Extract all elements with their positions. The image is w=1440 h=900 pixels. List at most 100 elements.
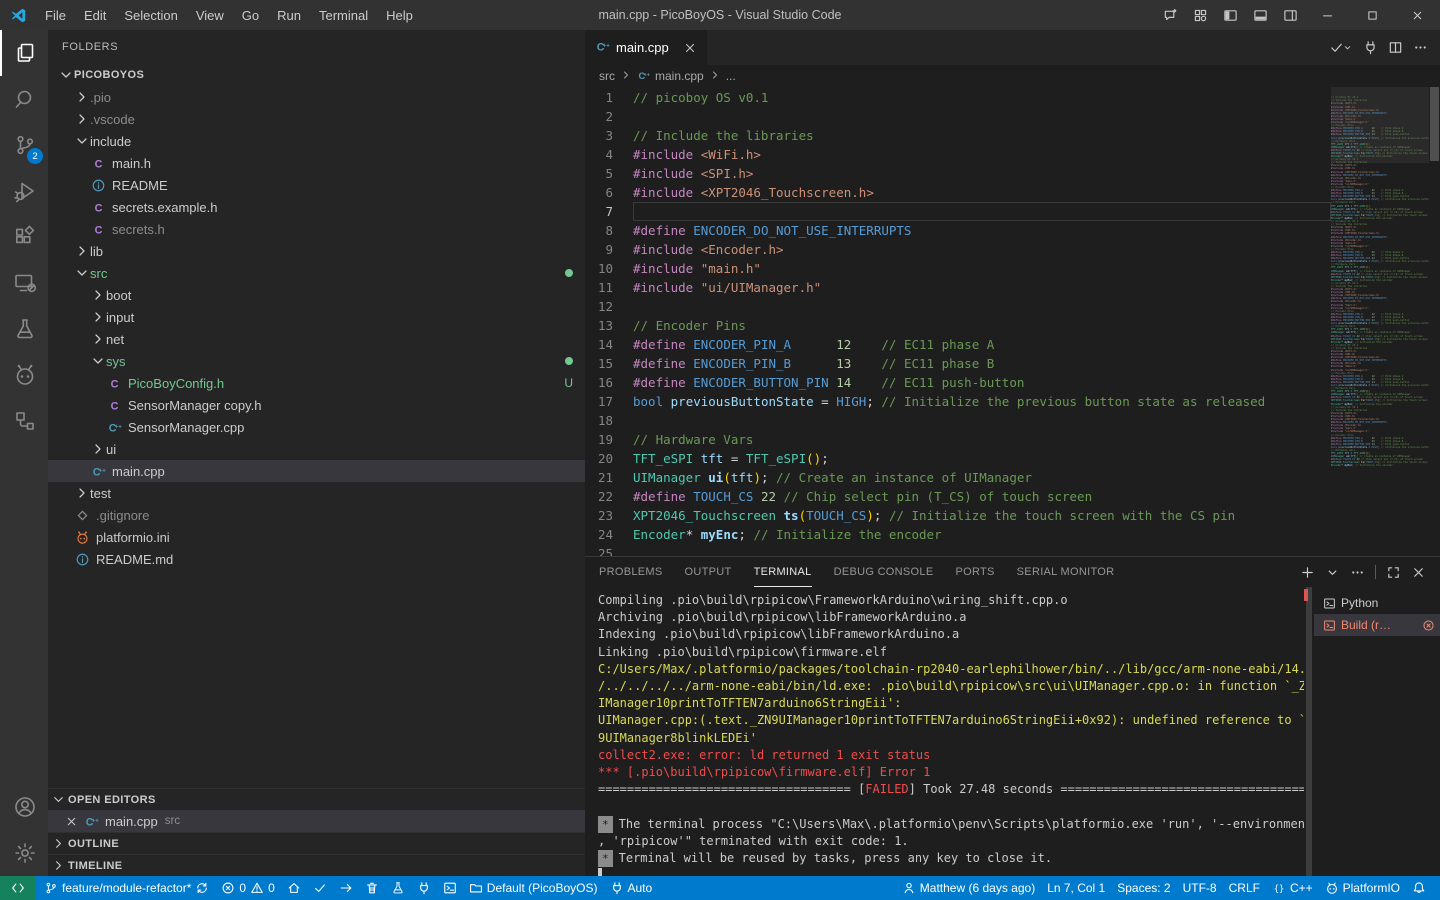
code-line-15[interactable]: 15#define ENCODER_PIN_B 13 // EC11 phase… <box>585 354 1331 373</box>
editor-scrollbar[interactable] <box>1429 87 1440 556</box>
code-line-18[interactable]: 18 <box>585 411 1331 430</box>
tree-item-platformio-ini[interactable]: platformio.ini <box>48 526 585 548</box>
activity-references[interactable] <box>0 398 48 444</box>
language-mode[interactable]: {}C++ <box>1266 876 1319 900</box>
panel-tab-output[interactable]: OUTPUT <box>685 557 732 587</box>
menu-help[interactable]: Help <box>377 4 422 27</box>
code-line-14[interactable]: 14#define ENCODER_PIN_A 12 // EC11 phase… <box>585 335 1331 354</box>
tree-item--gitignore[interactable]: .gitignore <box>48 504 585 526</box>
breadcrumb-folder[interactable]: src <box>599 69 615 83</box>
tree-item-secrets-h[interactable]: Csecrets.h <box>48 218 585 240</box>
tree-item--pio[interactable]: .pio <box>48 86 585 108</box>
panel-tab-debug-console[interactable]: DEBUG CONSOLE <box>834 557 934 587</box>
minimap[interactable]: // picoboy OS v0.1// Include the librari… <box>1331 87 1429 556</box>
code-line-3[interactable]: 3// Include the libraries <box>585 126 1331 145</box>
run-task-button[interactable] <box>1329 40 1353 55</box>
tree-item-src[interactable]: src <box>48 262 585 284</box>
terminal-dropdown-icon[interactable] <box>1325 565 1340 580</box>
code-line-16[interactable]: 16#define ENCODER_BUTTON_PIN 14 // EC11 … <box>585 373 1331 392</box>
close-panel-icon[interactable] <box>1411 565 1426 580</box>
git-branch-status[interactable]: feature/module-refactor* <box>38 876 215 900</box>
code-line-25[interactable]: 25 <box>585 544 1331 556</box>
outline-section[interactable]: OUTLINE <box>48 832 585 854</box>
code-line-17[interactable]: 17bool previousButtonState = HIGH; // In… <box>585 392 1331 411</box>
window-close-button[interactable] <box>1395 0 1440 30</box>
tree-item-sensormanager-cpp[interactable]: C++SensorManager.cpp <box>48 416 585 438</box>
code-line-13[interactable]: 13// Encoder Pins <box>585 316 1331 335</box>
menu-run[interactable]: Run <box>268 4 310 27</box>
panel-tab-serial-monitor[interactable]: SERIAL MONITOR <box>1017 557 1115 587</box>
pio-terminal-button[interactable] <box>437 876 463 900</box>
encoding[interactable]: UTF-8 <box>1177 876 1223 900</box>
breadcrumb[interactable]: srcC++main.cpp... <box>585 65 1440 87</box>
tree-item-lib[interactable]: lib <box>48 240 585 262</box>
panel-more-icon[interactable] <box>1350 565 1365 580</box>
tree-item-main-h[interactable]: Cmain.h <box>48 152 585 174</box>
tree-item-readme[interactable]: README <box>48 174 585 196</box>
activity-explorer[interactable] <box>0 30 48 76</box>
platformio-status[interactable]: PlatformIO <box>1319 876 1406 900</box>
tab-main-cpp[interactable]: C++ main.cpp <box>585 30 707 65</box>
panel-tab-ports[interactable]: PORTS <box>955 557 994 587</box>
new-terminal-icon[interactable] <box>1300 565 1315 580</box>
code-line-22[interactable]: 22#define TOUCH_CS 22 // Chip select pin… <box>585 487 1331 506</box>
tree-item-picoboyconfig-h[interactable]: CPicoBoyConfig.hU <box>48 372 585 394</box>
activity-accounts[interactable] <box>0 784 48 830</box>
code-line-11[interactable]: 11#include "ui/UIManager.h" <box>585 278 1331 297</box>
code-line-12[interactable]: 12 <box>585 297 1331 316</box>
more-actions-icon[interactable] <box>1413 40 1428 55</box>
tree-item-picoboyos[interactable]: PICOBOYOS <box>48 64 585 86</box>
code-line-21[interactable]: 21UIManager ui(tft); // Create an instan… <box>585 468 1331 487</box>
code-line-9[interactable]: 9#include <Encoder.h> <box>585 240 1331 259</box>
open-editors-section[interactable]: OPEN EDITORS <box>48 788 585 810</box>
pio-env-selector[interactable]: Default (PicoBoyOS) <box>463 876 604 900</box>
code-line-8[interactable]: 8#define ENCODER_DO_NOT_USE_INTERRUPTS <box>585 221 1331 240</box>
panel-tab-terminal[interactable]: TERMINAL <box>754 557 812 587</box>
tree-item-main-cpp[interactable]: C++main.cpp <box>48 460 585 482</box>
code-line-6[interactable]: 6#include <XPT2046_Touchscreen.h> <box>585 183 1331 202</box>
activity-testing[interactable] <box>0 306 48 352</box>
pio-serial-monitor-button[interactable] <box>411 876 437 900</box>
menu-terminal[interactable]: Terminal <box>310 4 377 27</box>
indentation[interactable]: Spaces: 2 <box>1111 876 1176 900</box>
tree-item-sensormanager-copy-h[interactable]: CSensorManager copy.h <box>48 394 585 416</box>
panel-tab-problems[interactable]: PROBLEMS <box>599 557 663 587</box>
pio-port-selector[interactable]: Auto <box>604 876 659 900</box>
terminal-scrollbar[interactable] <box>1304 587 1314 876</box>
code-editor[interactable]: 1// picoboy OS v0.123// Include the libr… <box>585 87 1331 556</box>
tree-item-include[interactable]: include <box>48 130 585 152</box>
menu-go[interactable]: Go <box>233 4 268 27</box>
tree-item-sys[interactable]: sys <box>48 350 585 372</box>
timeline-section[interactable]: TIMELINE <box>48 854 585 876</box>
tree-item-ui[interactable]: ui <box>48 438 585 460</box>
activity-settings[interactable] <box>0 830 48 876</box>
activity-extensions[interactable] <box>0 214 48 260</box>
pio-home-button[interactable] <box>281 876 307 900</box>
toggle-secondary-sidebar-icon[interactable] <box>1275 0 1305 30</box>
activity-platformio[interactable] <box>0 352 48 398</box>
code-line-2[interactable]: 2 <box>585 107 1331 126</box>
code-line-4[interactable]: 4#include <WiFi.h> <box>585 145 1331 164</box>
tree-item--vscode[interactable]: .vscode <box>48 108 585 130</box>
terminal-instance-python[interactable]: Python <box>1314 592 1440 614</box>
menu-view[interactable]: View <box>187 4 233 27</box>
minimap-slider[interactable] <box>1331 87 1429 163</box>
menu-file[interactable]: File <box>36 4 75 27</box>
pio-clean-button[interactable] <box>359 876 385 900</box>
split-editor-icon[interactable] <box>1388 40 1403 55</box>
code-line-20[interactable]: 20TFT_eSPI tft = TFT_eSPI(); <box>585 449 1331 468</box>
activity-run-and-debug[interactable] <box>0 168 48 214</box>
pio-upload-button[interactable] <box>333 876 359 900</box>
terminal-output[interactable]: Compiling .pio\build\rpipicow\FrameworkA… <box>585 587 1304 876</box>
maximize-panel-icon[interactable] <box>1386 565 1401 580</box>
close-icon[interactable] <box>62 815 80 828</box>
code-line-10[interactable]: 10#include "main.h" <box>585 259 1331 278</box>
menu-edit[interactable]: Edit <box>75 4 115 27</box>
problems-status[interactable]: 00 <box>215 876 280 900</box>
toggle-sidebar-icon[interactable] <box>1215 0 1245 30</box>
menu-selection[interactable]: Selection <box>115 4 186 27</box>
serial-monitor-icon[interactable] <box>1363 40 1378 55</box>
remote-indicator[interactable] <box>0 876 36 900</box>
tree-item-input[interactable]: input <box>48 306 585 328</box>
code-line-19[interactable]: 19// Hardware Vars <box>585 430 1331 449</box>
